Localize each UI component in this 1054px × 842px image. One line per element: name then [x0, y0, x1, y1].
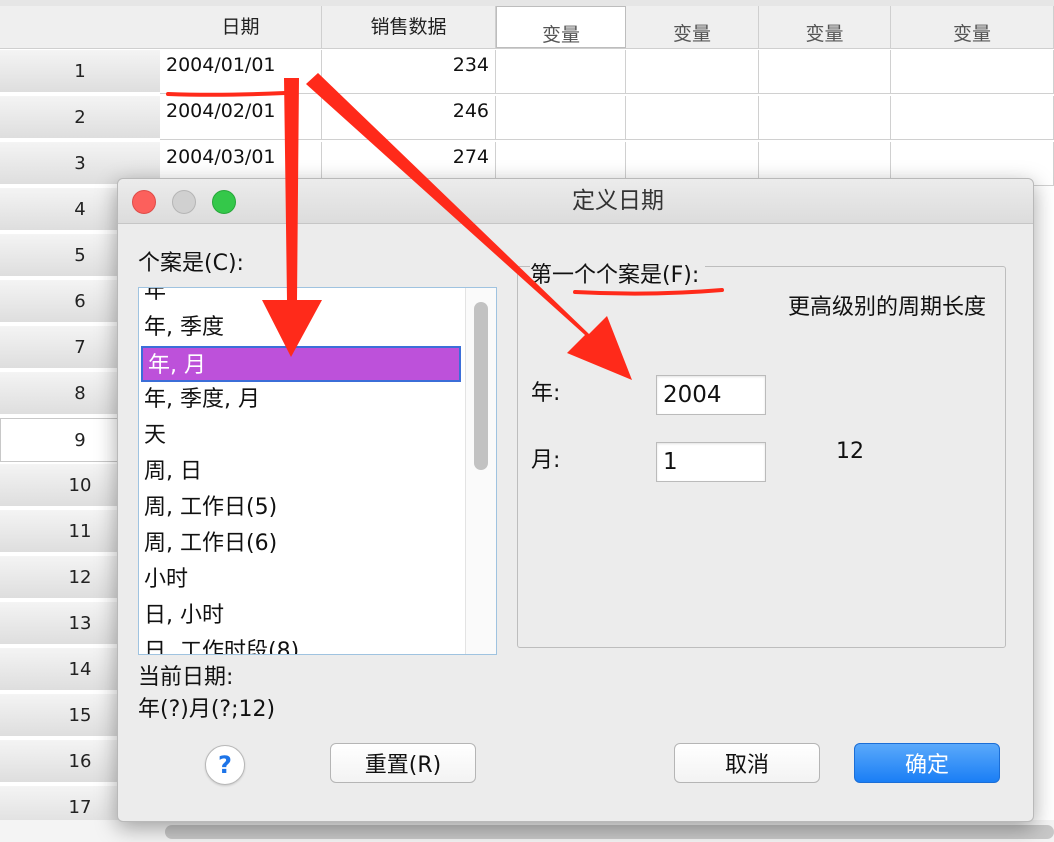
- list-item[interactable]: 周, 工作日(5): [139, 490, 469, 526]
- help-icon[interactable]: ?: [205, 745, 245, 785]
- reset-button[interactable]: 重置(R): [330, 743, 476, 783]
- cases-listbox[interactable]: 年 年, 季度 年, 月 年, 季度, 月 天 周, 日 周, 工作日(5) 周…: [138, 287, 497, 655]
- column-header-var[interactable]: 变量: [496, 6, 626, 48]
- empty-cell[interactable]: [626, 96, 759, 140]
- row-header[interactable]: 2: [0, 96, 160, 140]
- empty-cell[interactable]: [759, 96, 891, 140]
- horizontal-scrollbar[interactable]: [165, 825, 1054, 839]
- empty-cell[interactable]: [891, 96, 1054, 140]
- current-date-label: 当前日期:: [138, 665, 234, 690]
- list-item[interactable]: 年, 季度: [139, 310, 469, 346]
- empty-cell[interactable]: [496, 50, 626, 94]
- column-header-var[interactable]: 变量: [891, 6, 1054, 48]
- year-label: 年:: [531, 381, 561, 406]
- column-header-date[interactable]: 日期: [160, 6, 322, 48]
- empty-cell[interactable]: [496, 96, 626, 140]
- list-item[interactable]: 日, 小时: [139, 598, 469, 634]
- year-field[interactable]: [656, 375, 766, 415]
- empty-cell[interactable]: [891, 50, 1054, 94]
- list-scrollbar-thumb[interactable]: [474, 302, 488, 470]
- cases-label: 个案是(C):: [138, 251, 244, 276]
- cancel-button[interactable]: 取消: [674, 743, 820, 783]
- define-dates-dialog: 定义日期 个案是(C): 年 年, 季度 年, 月 年, 季度, 月 天 周, …: [117, 178, 1034, 822]
- column-header-sales[interactable]: 销售数据: [322, 6, 496, 48]
- month-label: 月:: [531, 448, 561, 473]
- dialog-titlebar[interactable]: 定义日期: [118, 179, 1033, 224]
- list-scrollbar[interactable]: [465, 288, 496, 654]
- dialog-title: 定义日期: [572, 188, 664, 214]
- month-field[interactable]: [656, 442, 766, 482]
- month-period-value: 12: [836, 439, 864, 464]
- list-item[interactable]: 周, 日: [139, 454, 469, 490]
- list-item[interactable]: 天: [139, 418, 469, 454]
- list-item[interactable]: 周, 工作日(6): [139, 526, 469, 562]
- list-item[interactable]: 年, 季度, 月: [139, 382, 469, 418]
- list-item[interactable]: 年: [139, 288, 469, 310]
- current-date-value: 年(?)月(?;12): [138, 697, 276, 722]
- row-header[interactable]: 1: [0, 50, 160, 94]
- list-item[interactable]: 日, 工作时段(8): [139, 634, 469, 654]
- column-header-var[interactable]: 变量: [626, 6, 759, 48]
- list-item[interactable]: 小时: [139, 562, 469, 598]
- ok-button[interactable]: 确定: [854, 743, 1000, 783]
- date-cell[interactable]: 2004/02/01: [160, 96, 322, 140]
- sales-cell[interactable]: 234: [322, 50, 496, 94]
- date-cell[interactable]: 2004/01/01: [160, 50, 322, 94]
- column-header-var[interactable]: 变量: [759, 6, 891, 48]
- list-item-selected[interactable]: 年, 月: [141, 346, 461, 382]
- sales-cell[interactable]: 246: [322, 96, 496, 140]
- empty-cell[interactable]: [759, 50, 891, 94]
- higher-period-label: 更高级别的周期长度: [788, 295, 987, 320]
- first-case-label: 第一个个案是(F):: [530, 257, 706, 289]
- empty-cell[interactable]: [626, 50, 759, 94]
